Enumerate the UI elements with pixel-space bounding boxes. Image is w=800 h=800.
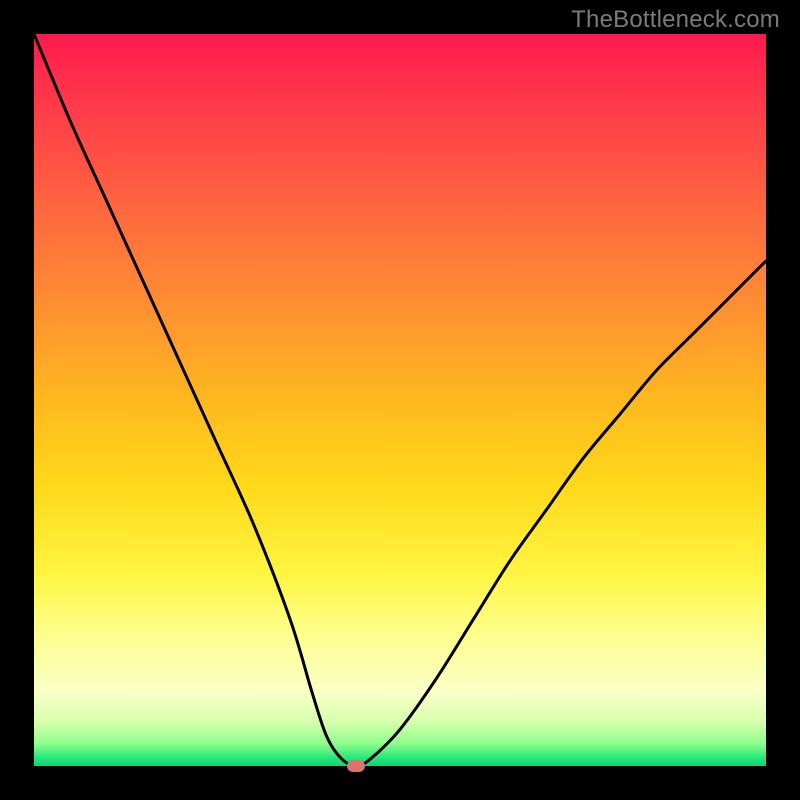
curve-path	[34, 34, 766, 766]
chart-frame: TheBottleneck.com	[0, 0, 800, 800]
plot-area	[34, 34, 766, 766]
optimal-marker	[347, 760, 365, 772]
bottleneck-curve	[34, 34, 766, 766]
watermark-text: TheBottleneck.com	[571, 6, 780, 34]
